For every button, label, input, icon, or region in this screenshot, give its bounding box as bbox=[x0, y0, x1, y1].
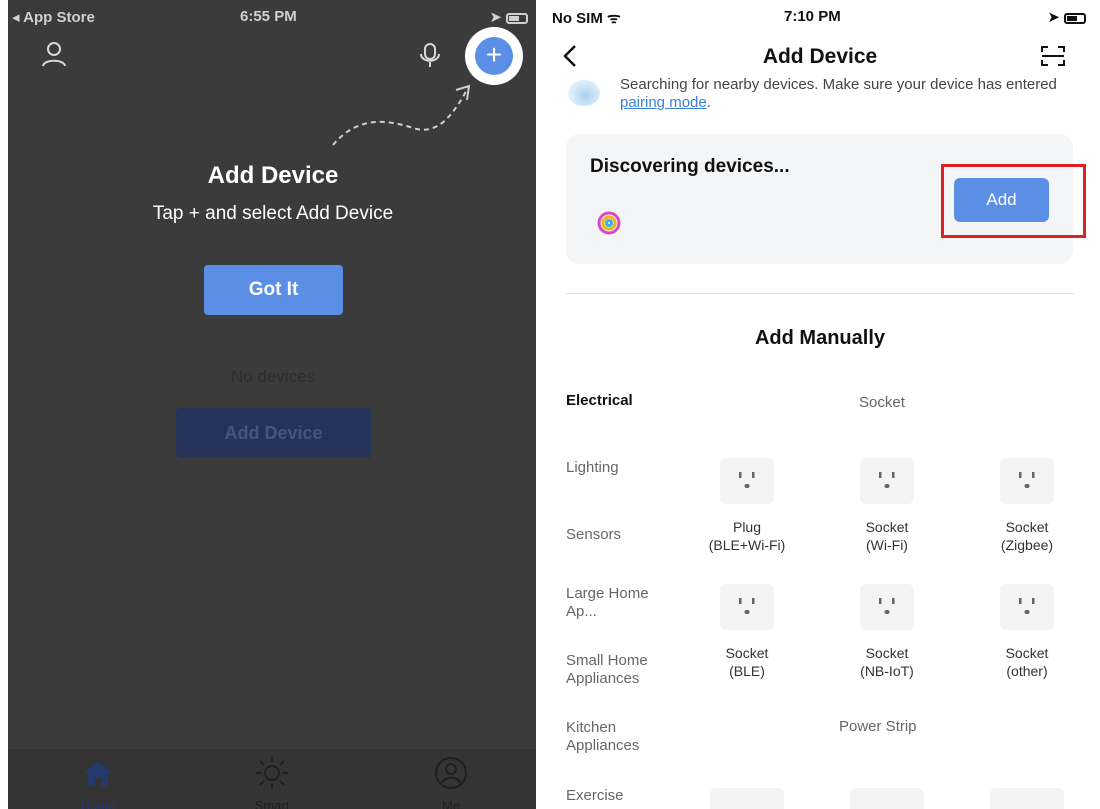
device-name: Socket (NB-IoT) bbox=[827, 644, 947, 680]
searching-text-end: . bbox=[706, 94, 711, 111]
profile-icon bbox=[435, 757, 467, 789]
searching-text: Searching for nearby devices. Make sure … bbox=[620, 76, 1057, 93]
tab-me-label: Me bbox=[441, 798, 461, 809]
dashed-arrow-icon bbox=[332, 84, 471, 146]
searching-animation-icon bbox=[568, 80, 600, 106]
device-name: Socket (BLE) bbox=[687, 644, 807, 680]
socket-icon bbox=[720, 458, 774, 504]
back-to-app-store[interactable]: ◂ App Store bbox=[12, 8, 95, 26]
device-socket-zigbee[interactable]: Socket (Zigbee) bbox=[967, 458, 1087, 554]
device-socket-wifi[interactable]: Socket (Wi-Fi) bbox=[827, 458, 947, 554]
user-icon[interactable] bbox=[40, 40, 68, 68]
category-exercise[interactable]: Exercise bbox=[566, 787, 624, 805]
microphone-icon[interactable] bbox=[418, 42, 442, 68]
left-phone-screen: ◂ App Store 6:55 PM ➤ + Add Device Tap +… bbox=[8, 0, 536, 809]
tab-me[interactable]: Me bbox=[411, 755, 491, 809]
device-name-line2: (other) bbox=[1006, 663, 1048, 679]
device-name-line2: (Zigbee) bbox=[1000, 537, 1054, 553]
device-name: Socket (Zigbee) bbox=[967, 518, 1087, 554]
category-sensors[interactable]: Sensors bbox=[566, 526, 621, 544]
device-name-line2: (Wi-Fi) bbox=[866, 537, 908, 553]
battery-icon: ➤ bbox=[1047, 8, 1086, 26]
device-name: Plug (BLE+Wi-Fi) bbox=[687, 518, 807, 554]
status-time: 6:55 PM bbox=[240, 8, 297, 25]
socket-icon bbox=[860, 584, 914, 630]
divider bbox=[566, 293, 1074, 294]
device-name-line1: Socket bbox=[1005, 519, 1049, 535]
device-name-line2: (BLE) bbox=[729, 663, 765, 679]
power-strip-icon[interactable] bbox=[710, 788, 784, 809]
device-name-line1: Socket bbox=[725, 645, 769, 661]
tab-bar: Home Smart Me bbox=[8, 749, 536, 809]
category-large-home-appliances[interactable]: Large Home Ap... bbox=[566, 585, 666, 621]
device-socket-other[interactable]: Socket (other) bbox=[967, 584, 1087, 680]
tab-home-label: Home bbox=[80, 798, 116, 809]
tab-smart-label: Smart bbox=[254, 798, 290, 809]
add-manually-heading: Add Manually bbox=[754, 327, 885, 349]
page-title: Add Device bbox=[762, 45, 878, 68]
discovering-title: Discovering devices... bbox=[590, 156, 790, 177]
category-electrical[interactable]: Electrical bbox=[566, 392, 633, 410]
add-button[interactable]: Add bbox=[954, 178, 1049, 222]
add-plus-button[interactable]: + bbox=[475, 37, 513, 75]
device-logo-icon bbox=[597, 211, 621, 235]
home-icon bbox=[84, 761, 112, 786]
device-name: Socket (Wi-Fi) bbox=[827, 518, 947, 554]
device-name-line2: (NB-IoT) bbox=[860, 663, 914, 679]
device-name-line1: Socket bbox=[865, 645, 909, 661]
status-bar: ◂ App Store 6:55 PM ➤ bbox=[8, 0, 536, 30]
carrier-label: No SIM bbox=[552, 10, 603, 27]
onboarding-title: Add Device bbox=[207, 162, 339, 189]
device-name-line1: Plug bbox=[732, 519, 762, 535]
device-socket-nb-iot[interactable]: Socket (NB-IoT) bbox=[827, 584, 947, 680]
searching-message: Searching for nearby devices. Make sure … bbox=[620, 76, 1080, 112]
socket-icon bbox=[720, 584, 774, 630]
power-strip-icon[interactable] bbox=[990, 788, 1064, 809]
tab-home[interactable]: Home bbox=[58, 755, 138, 809]
right-phone-screen: No SIM ᯤ 7:10 PM ➤ Add Device Searching … bbox=[546, 0, 1100, 809]
onboarding-subtitle: Tap + and select Add Device bbox=[152, 203, 394, 224]
scan-icon[interactable] bbox=[1040, 44, 1066, 68]
sun-icon bbox=[256, 757, 288, 789]
device-plug-ble-wifi[interactable]: Plug (BLE+Wi-Fi) bbox=[687, 458, 807, 554]
device-name-line2: (BLE+Wi-Fi) bbox=[708, 537, 786, 553]
category-lighting[interactable]: Lighting bbox=[566, 459, 619, 477]
socket-icon bbox=[1000, 584, 1054, 630]
device-socket-ble[interactable]: Socket (BLE) bbox=[687, 584, 807, 680]
no-devices-text: No devices bbox=[230, 367, 316, 386]
socket-icon bbox=[1000, 458, 1054, 504]
device-name-line1: Socket bbox=[1005, 645, 1049, 661]
category-small-home-appliances[interactable]: Small Home Appliances bbox=[566, 652, 676, 688]
power-strip-icon[interactable] bbox=[850, 788, 924, 809]
got-it-button[interactable]: Got It bbox=[204, 265, 343, 315]
section-socket: Socket bbox=[859, 394, 905, 411]
socket-icon bbox=[860, 458, 914, 504]
device-name: Socket (other) bbox=[967, 644, 1087, 680]
category-kitchen-appliances[interactable]: Kitchen Appliances bbox=[566, 719, 676, 755]
pairing-mode-link[interactable]: pairing mode bbox=[620, 94, 707, 111]
tab-smart[interactable]: Smart bbox=[232, 755, 312, 809]
add-device-button[interactable]: Add Device bbox=[176, 408, 371, 458]
device-name-line1: Socket bbox=[865, 519, 909, 535]
battery-icon: ➤ bbox=[489, 8, 528, 26]
status-time: 7:10 PM bbox=[784, 8, 841, 25]
carrier-text: No SIM ᯤ bbox=[552, 10, 621, 27]
section-power-strip: Power Strip bbox=[839, 718, 917, 735]
discovering-card: Discovering devices... Add bbox=[566, 134, 1086, 264]
status-bar: No SIM ᯤ 7:10 PM ➤ bbox=[546, 0, 1100, 30]
